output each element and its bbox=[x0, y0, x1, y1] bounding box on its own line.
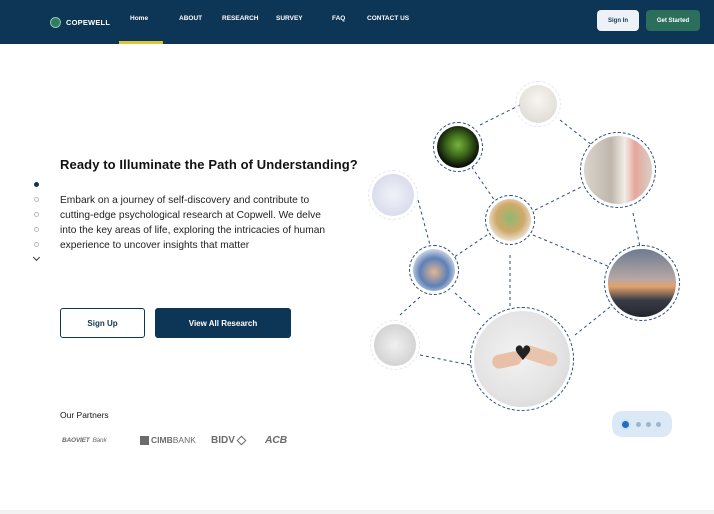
nav-research[interactable]: RESEARCH bbox=[222, 15, 258, 22]
office-meeting-photo bbox=[584, 136, 652, 204]
nav-home[interactable]: Home bbox=[130, 15, 148, 22]
partner-logo-cimb: CIMB BANK bbox=[140, 434, 196, 446]
hero-description-line: experience to uncover insights that matt… bbox=[60, 240, 250, 251]
network-node-faded bbox=[368, 170, 418, 220]
network-node-heart: ♥ bbox=[470, 307, 574, 411]
typing-dot bbox=[656, 421, 661, 427]
active-nav-indicator bbox=[119, 41, 163, 44]
get-started-button[interactable]: Get Started bbox=[646, 10, 700, 31]
partner-logo-baoviet: BAOVIET Bank bbox=[62, 434, 107, 446]
bidv-mark-icon bbox=[236, 435, 247, 445]
partner-name: ACB bbox=[265, 434, 287, 446]
partner-sub: BANK bbox=[172, 435, 196, 445]
sign-up-button[interactable]: Sign Up bbox=[60, 308, 145, 338]
person-photo bbox=[519, 85, 557, 123]
network-node-globe bbox=[485, 195, 535, 245]
slider-dot[interactable] bbox=[34, 242, 39, 247]
view-all-research-button[interactable]: View All Research bbox=[155, 308, 291, 338]
network-node-sunset bbox=[604, 245, 680, 321]
partner-name: BIDV bbox=[211, 434, 235, 446]
cimb-mark-icon bbox=[140, 435, 149, 445]
brand-name: COPEWELL bbox=[66, 17, 111, 27]
top-nav: COPEWELL Home ABOUT RESEARCH SURVEY FAQ … bbox=[0, 0, 714, 44]
partner-name: BAOVIET bbox=[62, 436, 90, 444]
hero-description: Embark on a journey of self-discovery an… bbox=[60, 193, 390, 253]
partner-name: CIMB bbox=[151, 435, 173, 445]
nav-about[interactable]: ABOUT bbox=[179, 15, 202, 22]
person-arms-raised-photo bbox=[608, 249, 676, 317]
network-node-office bbox=[580, 132, 656, 208]
logo-icon bbox=[50, 16, 61, 28]
sign-in-button[interactable]: Sign In bbox=[597, 10, 639, 31]
desk-photo bbox=[372, 174, 414, 216]
partners-heading: Our Partners bbox=[60, 410, 109, 420]
hero-description-line: into the key areas of life, exploring th… bbox=[60, 225, 326, 236]
globe-photo bbox=[489, 199, 531, 241]
network-node-faded bbox=[370, 320, 420, 370]
page-divider bbox=[0, 510, 714, 514]
network-node-hands bbox=[409, 245, 459, 295]
plant-photo bbox=[437, 126, 479, 168]
partner-sub: Bank bbox=[92, 436, 107, 444]
typing-dot bbox=[646, 421, 651, 427]
slider-dot[interactable] bbox=[34, 182, 39, 187]
hero-title: Ready to Illuminate the Path of Understa… bbox=[60, 157, 358, 172]
slider-pagination bbox=[32, 182, 41, 262]
joined-hands-photo bbox=[413, 249, 455, 291]
hero-description-line: cutting-edge psychological research at C… bbox=[60, 210, 321, 221]
chat-widget[interactable] bbox=[612, 411, 672, 437]
nav-survey[interactable]: SURVEY bbox=[276, 15, 303, 22]
heart-exchange-photo: ♥ bbox=[474, 311, 570, 407]
slider-dot[interactable] bbox=[34, 212, 39, 217]
network-node-faded bbox=[515, 81, 561, 127]
chat-bubble-icon[interactable] bbox=[620, 418, 631, 430]
page: COPEWELL Home ABOUT RESEARCH SURVEY FAQ … bbox=[0, 0, 714, 514]
faded-photo bbox=[374, 324, 416, 366]
research-network-illustration: ♥ bbox=[360, 75, 714, 425]
typing-dot bbox=[636, 421, 641, 427]
hero-description-line: Embark on a journey of self-discovery an… bbox=[60, 195, 310, 206]
nav-faq[interactable]: FAQ bbox=[332, 15, 345, 22]
slider-dot[interactable] bbox=[34, 197, 39, 202]
partner-logo-acb: ACB bbox=[265, 434, 287, 446]
slider-dot[interactable] bbox=[34, 227, 39, 232]
nav-contact[interactable]: CONTACT US bbox=[367, 15, 409, 22]
partner-logo-bidv: BIDV bbox=[211, 434, 247, 446]
network-node-plant bbox=[433, 122, 483, 172]
chevron-down-icon[interactable] bbox=[32, 253, 41, 262]
brand-logo[interactable]: COPEWELL bbox=[50, 15, 110, 29]
heart-icon: ♥ bbox=[514, 341, 532, 365]
